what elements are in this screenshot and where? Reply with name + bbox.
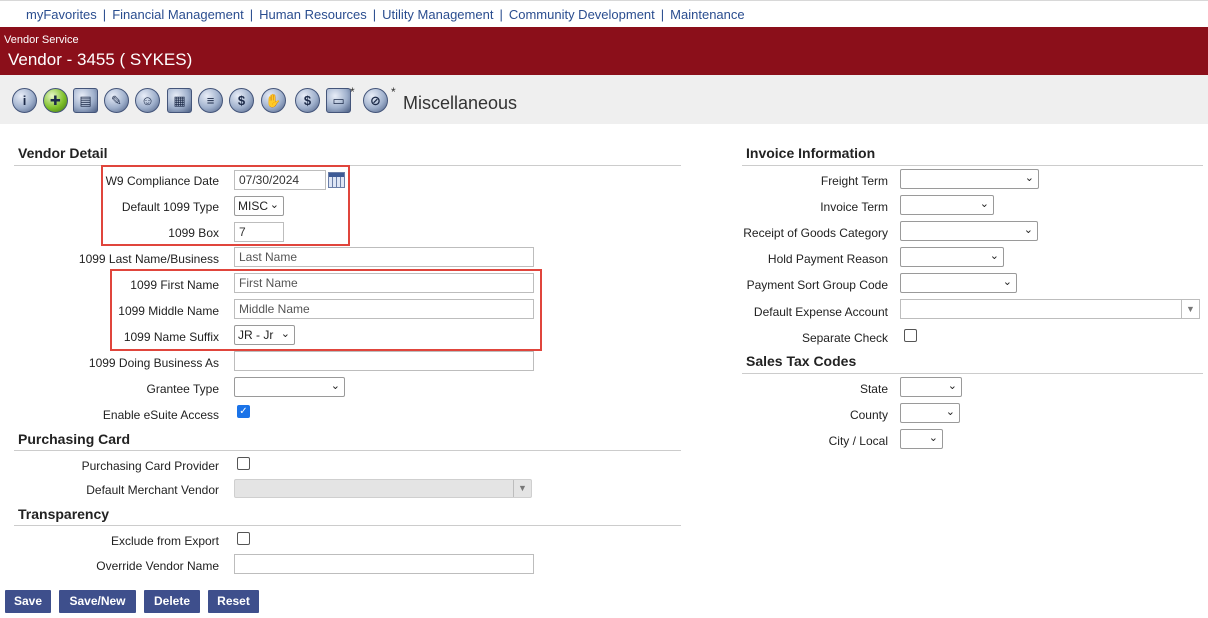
no-star: * bbox=[391, 85, 396, 99]
chevron-down-icon: ⌄ bbox=[979, 198, 989, 210]
document-icon[interactable]: ▭ bbox=[326, 88, 351, 113]
purchasing-card-provider-label: Purchasing Card Provider bbox=[81, 459, 219, 473]
highlight-box-name bbox=[110, 269, 542, 351]
dollar-icon[interactable]: $ bbox=[295, 88, 320, 113]
chevron-down-icon: ⌄ bbox=[1002, 276, 1012, 288]
handshake-icon[interactable]: ✋ bbox=[261, 88, 286, 113]
id-card-icon[interactable]: ▤ bbox=[73, 88, 98, 113]
chevron-down-icon: ⌄ bbox=[989, 250, 999, 262]
no-icon[interactable]: ⊘ bbox=[363, 88, 388, 113]
enable-esuite-checkbox[interactable]: ✓ bbox=[237, 405, 250, 418]
payment-sort-group-select[interactable]: ⌄ bbox=[900, 273, 1017, 293]
sales-tax-rule bbox=[742, 373, 1203, 374]
transparency-title: Transparency bbox=[18, 506, 110, 522]
chevron-down-icon: ⌄ bbox=[330, 380, 340, 392]
1099-dba-label: 1099 Doing Business As bbox=[88, 356, 219, 370]
page-title: Vendor - 3455 ( SYKES) bbox=[8, 50, 193, 69]
page-header: Vendor Service Vendor - 3455 ( SYKES) bbox=[0, 27, 1208, 75]
hold-payment-reason-select[interactable]: ⌄ bbox=[900, 247, 1004, 267]
purchasing-card-rule bbox=[14, 450, 681, 451]
county-select[interactable]: ⌄ bbox=[900, 403, 960, 423]
sales-tax-title: Sales Tax Codes bbox=[746, 353, 857, 369]
puzzle-icon[interactable]: ✚ bbox=[43, 88, 68, 113]
top-nav: myFavorites | Financial Management | Human R… bbox=[0, 0, 1208, 27]
override-vendor-name-input[interactable] bbox=[234, 554, 534, 574]
invoice-info-title: Invoice Information bbox=[746, 145, 876, 161]
separate-check-checkbox[interactable] bbox=[904, 329, 917, 342]
default-expense-account-combo[interactable]: ▼ bbox=[900, 299, 1200, 319]
state-select[interactable]: ⌄ bbox=[900, 377, 962, 397]
nav-utility-management[interactable]: Utility Management bbox=[382, 7, 493, 22]
document-star: * bbox=[350, 85, 355, 99]
info-icon[interactable]: i bbox=[12, 88, 37, 113]
transparency-rule bbox=[14, 525, 681, 526]
vendor-detail-title: Vendor Detail bbox=[18, 145, 108, 161]
person-icon[interactable]: ☺ bbox=[135, 88, 160, 113]
save-button[interactable]: Save bbox=[5, 590, 51, 613]
1099-last-name-input[interactable] bbox=[234, 247, 534, 267]
chevron-down-icon: ⌄ bbox=[1024, 172, 1034, 184]
chevron-down-icon: ⌄ bbox=[945, 406, 955, 418]
enable-esuite-label: Enable eSuite Access bbox=[102, 408, 219, 422]
hold-payment-reason-label: Hold Payment Reason bbox=[767, 252, 888, 266]
default-merchant-vendor-label: Default Merchant Vendor bbox=[86, 483, 219, 497]
invoice-term-label: Invoice Term bbox=[820, 200, 888, 214]
purchasing-card-title: Purchasing Card bbox=[18, 431, 131, 447]
1099-dba-input[interactable] bbox=[234, 351, 534, 371]
stack-icon[interactable]: ≡ bbox=[198, 88, 223, 113]
separate-check-label: Separate Check bbox=[801, 331, 888, 345]
1099-last-name-label: 1099 Last Name/Business bbox=[78, 252, 219, 266]
chevron-down-icon: ⌄ bbox=[1023, 224, 1033, 236]
active-tab-label: Miscellaneous bbox=[403, 93, 518, 113]
freight-term-select[interactable]: ⌄ bbox=[900, 169, 1039, 189]
city-local-select[interactable]: ⌄ bbox=[900, 429, 943, 449]
highlight-box-w9 bbox=[101, 165, 350, 246]
city-local-label: City / Local bbox=[828, 434, 888, 448]
invoice-info-rule bbox=[742, 165, 1203, 166]
purchasing-card-provider-checkbox[interactable] bbox=[237, 457, 250, 470]
county-label: County bbox=[849, 408, 888, 422]
reset-button[interactable]: Reset bbox=[208, 590, 259, 613]
nav-myfavorites[interactable]: myFavorites bbox=[26, 7, 97, 22]
state-label: State bbox=[859, 382, 888, 396]
nav-financial-management[interactable]: Financial Management bbox=[112, 7, 244, 22]
nav-human-resources[interactable]: Human Resources bbox=[259, 7, 367, 22]
chevron-down-icon[interactable]: ▼ bbox=[513, 480, 531, 497]
nav-maintenance[interactable]: Maintenance bbox=[670, 7, 744, 22]
toolbar: i ✚ ▤ ✎ ☺ ▦ ≡ $ ✋ $ ▭ * ⊘ * Miscellaneou… bbox=[0, 75, 1208, 124]
exclude-from-export-label: Exclude from Export bbox=[110, 534, 219, 548]
chevron-down-icon: ⌄ bbox=[947, 380, 957, 392]
default-merchant-vendor-combo[interactable]: ▼ bbox=[234, 479, 532, 498]
grantee-type-select[interactable]: ⌄ bbox=[234, 377, 345, 397]
grantee-type-label: Grantee Type bbox=[146, 382, 220, 396]
save-new-button[interactable]: Save/New bbox=[59, 590, 136, 613]
chevron-down-icon[interactable]: ▼ bbox=[1181, 300, 1199, 318]
override-vendor-name-label: Override Vendor Name bbox=[96, 559, 219, 573]
invoice-term-select[interactable]: ⌄ bbox=[900, 195, 994, 215]
nav-community-development[interactable]: Community Development bbox=[509, 7, 655, 22]
freight-term-label: Freight Term bbox=[820, 174, 888, 188]
page-subtitle: Vendor Service bbox=[4, 34, 79, 46]
payment-sort-group-label: Payment Sort Group Code bbox=[746, 278, 888, 292]
contact-icon[interactable]: ✎ bbox=[104, 88, 129, 113]
exclude-from-export-checkbox[interactable] bbox=[237, 532, 250, 545]
chevron-down-icon: ⌄ bbox=[928, 432, 938, 444]
receipt-goods-category-select[interactable]: ⌄ bbox=[900, 221, 1038, 241]
receipt-goods-category-label: Receipt of Goods Category bbox=[743, 226, 888, 240]
delete-button[interactable]: Delete bbox=[144, 590, 200, 613]
money-icon[interactable]: $ bbox=[229, 88, 254, 113]
default-expense-account-label: Default Expense Account bbox=[753, 305, 888, 319]
report-icon[interactable]: ▦ bbox=[167, 88, 192, 113]
